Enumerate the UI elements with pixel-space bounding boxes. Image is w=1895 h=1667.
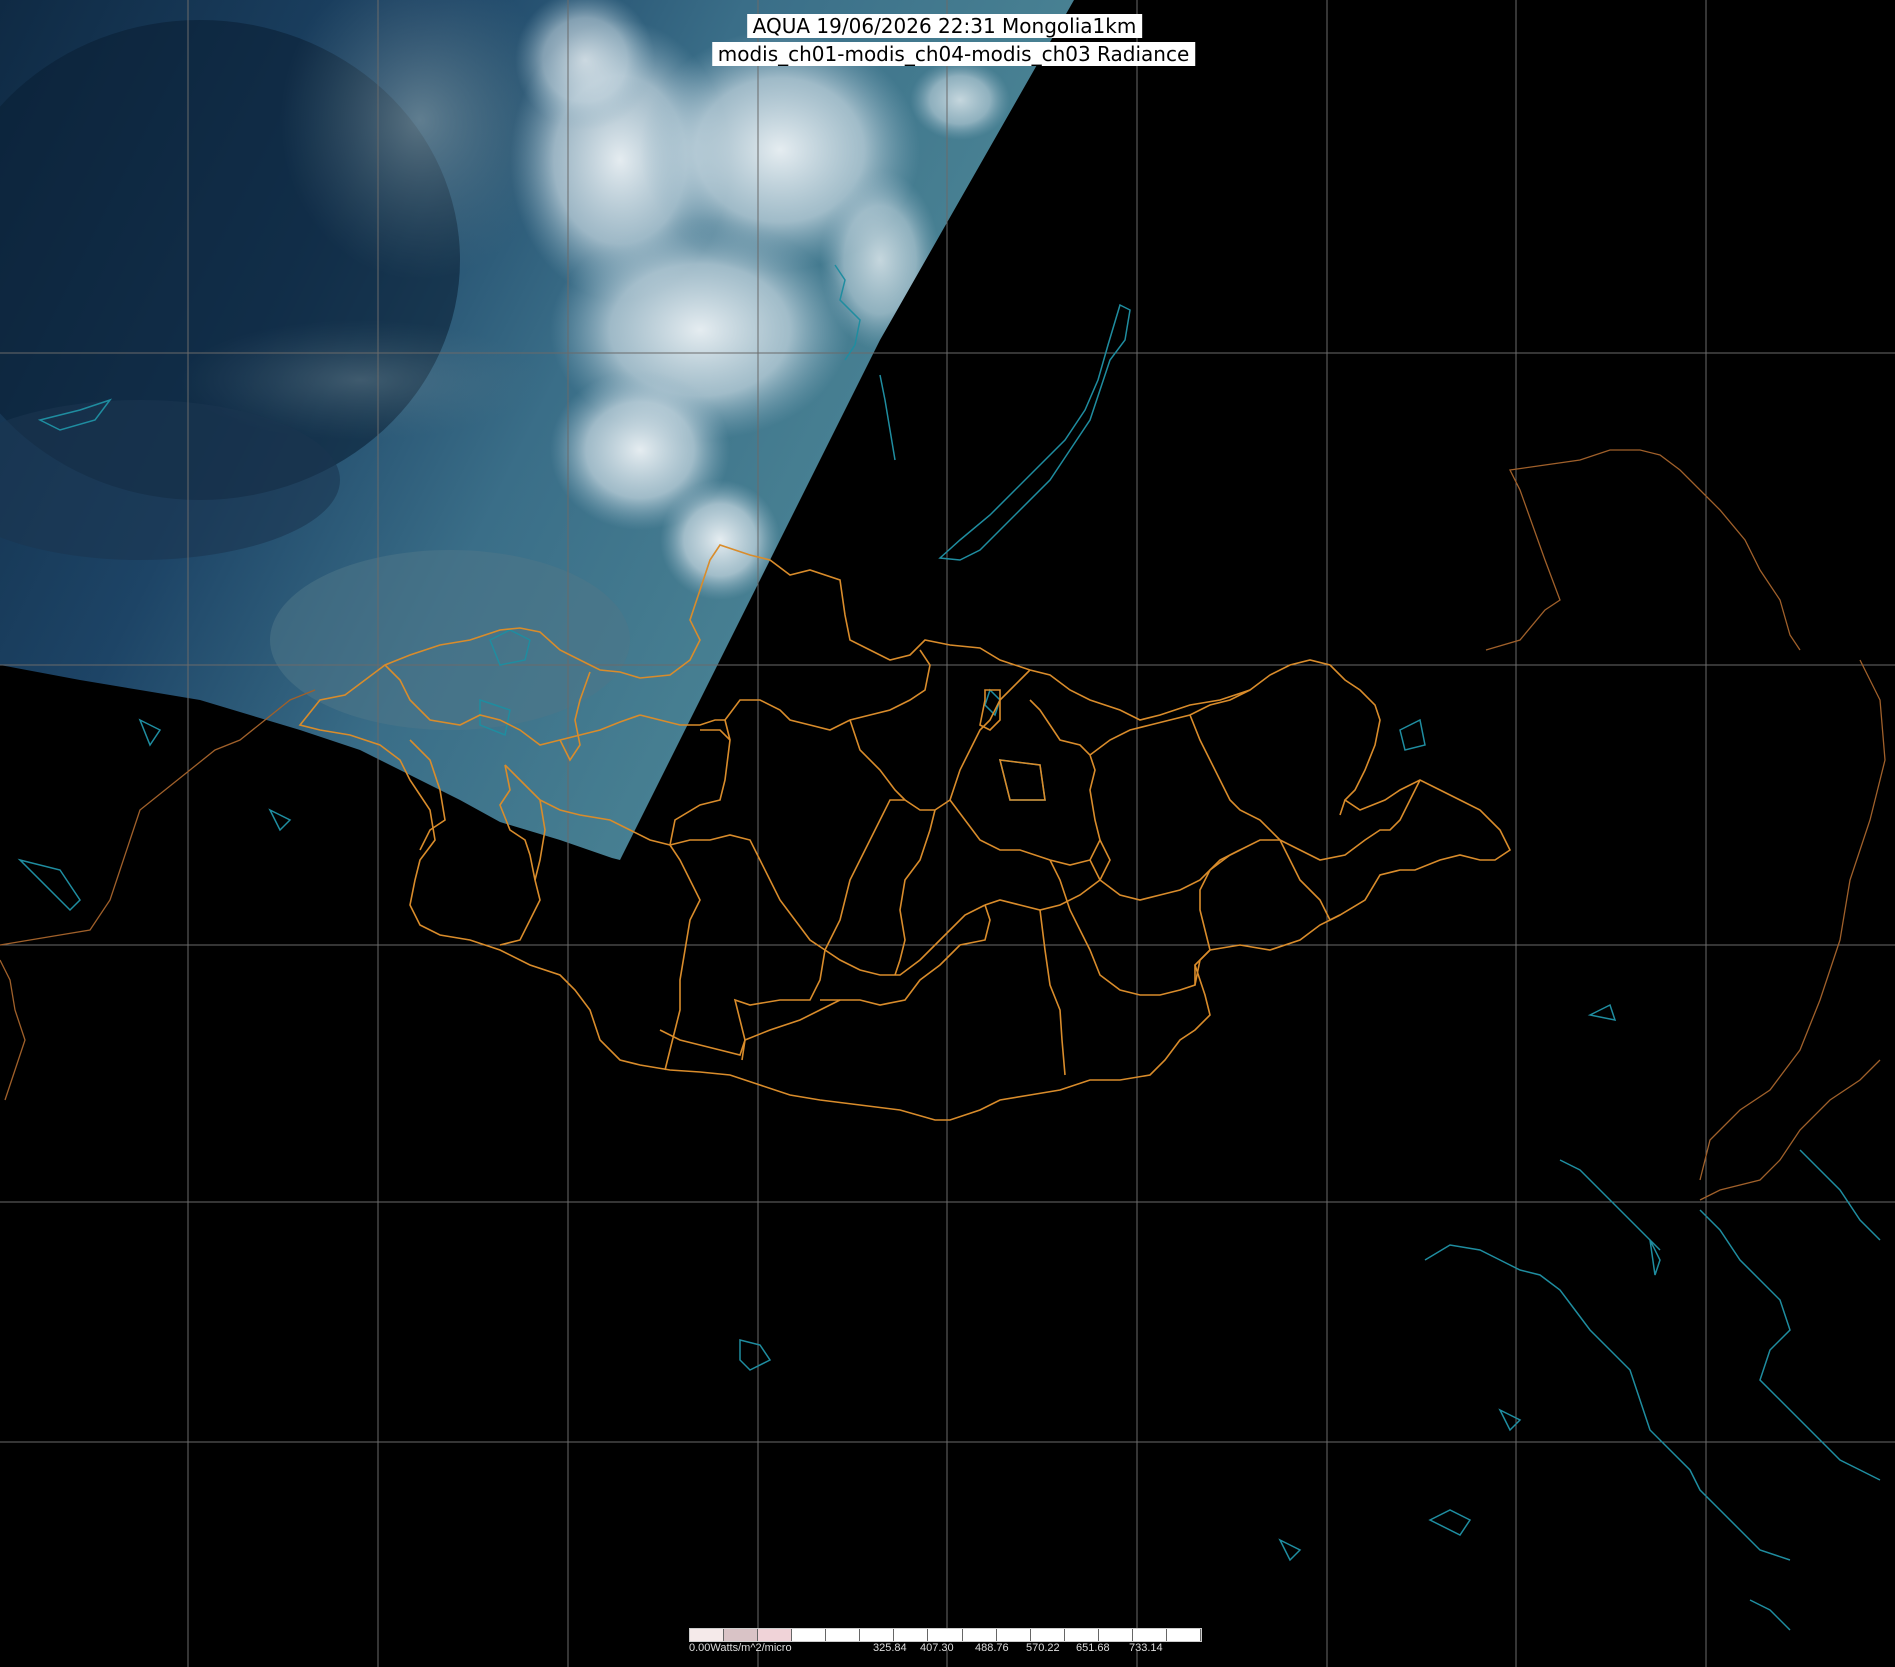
map-title: AQUA 19/06/2026 22:31 Mongolia1km [746,14,1143,38]
scale-labels: 0.00Watts/m^2/micro 325.84 407.30 488.76… [689,1642,1202,1654]
color-ramp-cell [1030,1629,1065,1641]
scale-tick-label: 407.30 [920,1642,954,1654]
color-ramp-cell [758,1629,793,1641]
scale-tick-label: 651.68 [1076,1642,1110,1654]
map-subtitle: modis_ch01-modis_ch04-modis_ch03 Radianc… [711,42,1196,66]
color-ramp-cell [860,1629,895,1641]
scale-tick-label: 325.84 [873,1642,907,1654]
color-scale-legend: 0.00Watts/m^2/micro 325.84 407.30 488.76… [689,1628,1202,1654]
color-ramp-cell [792,1629,827,1641]
color-ramp-cell [928,1629,963,1641]
scale-tick-label: 733.14 [1129,1642,1163,1654]
satellite-map [0,0,1895,1667]
color-ramp-cell [690,1629,725,1641]
color-ramp-cell [1166,1629,1201,1641]
color-ramp-cell [894,1629,929,1641]
color-ramp-cell [1132,1629,1167,1641]
scale-tick-label: 570.22 [1026,1642,1060,1654]
scale-unit-label: 0.00Watts/m^2/micro [689,1642,792,1654]
color-ramp-cell [1064,1629,1099,1641]
map-view: AQUA 19/06/2026 22:31 Mongolia1km modis_… [0,0,1895,1667]
color-ramp-cell [1098,1629,1133,1641]
satellite-swath [0,0,1074,860]
color-ramp-cell [962,1629,997,1641]
color-ramp [689,1628,1202,1642]
scale-tick-label: 488.76 [975,1642,1009,1654]
color-ramp-cell [996,1629,1031,1641]
color-ramp-cell [826,1629,861,1641]
color-ramp-cell [724,1629,759,1641]
